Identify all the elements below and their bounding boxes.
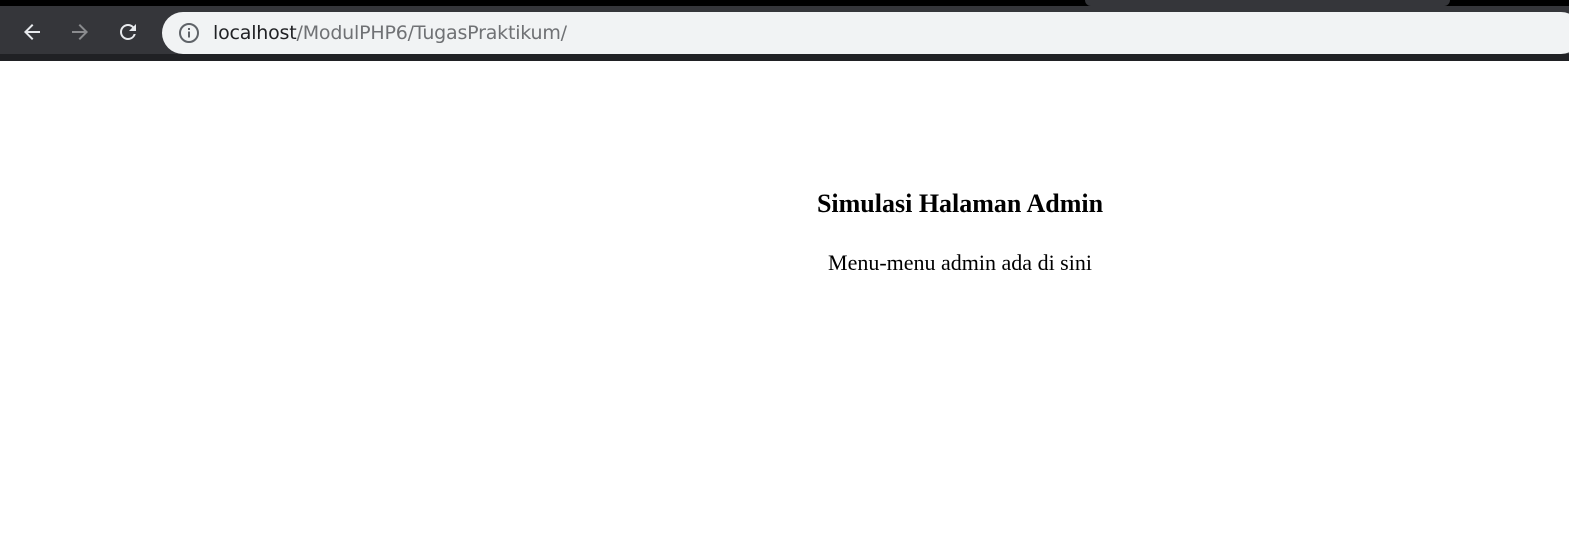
url-host: localhost	[213, 22, 297, 44]
url-path: /ModulPHP6/TugasPraktikum/	[296, 22, 568, 44]
page-description: Menu-menu admin ada di sini	[828, 250, 1092, 275]
browser-chrome: localhost/ModulPHP6/TugasPraktikum/	[0, 0, 1569, 61]
arrow-right-icon	[68, 20, 92, 44]
arrow-left-icon	[20, 20, 44, 44]
info-icon[interactable]	[178, 22, 200, 44]
address-bar[interactable]: localhost/ModulPHP6/TugasPraktikum/	[162, 12, 1569, 54]
back-button[interactable]	[12, 12, 52, 52]
page-content: Simulasi Halaman Admin Menu-menu admin a…	[0, 61, 1569, 549]
url-text[interactable]: localhost/ModulPHP6/TugasPraktikum/	[213, 12, 567, 54]
forward-button[interactable]	[60, 12, 100, 52]
browser-toolbar: localhost/ModulPHP6/TugasPraktikum/	[0, 6, 1569, 61]
reload-button[interactable]	[108, 12, 148, 52]
reload-icon	[116, 20, 140, 44]
page-title: Simulasi Halaman Admin	[816, 189, 1104, 218]
toolbar-divider	[0, 54, 1569, 61]
